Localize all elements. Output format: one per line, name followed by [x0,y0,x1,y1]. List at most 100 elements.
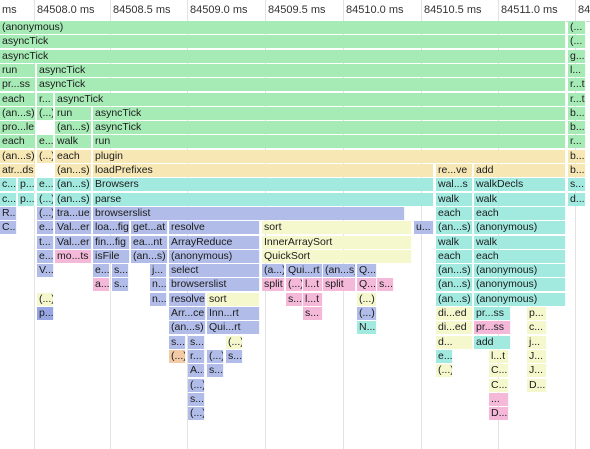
call-frame[interactable]: run [0,64,36,77]
call-frame[interactable]: (anonymous) [474,264,566,277]
call-frame[interactable]: j... [150,264,167,277]
call-frame[interactable]: asyncTick [37,78,566,91]
call-frame[interactable]: each [474,250,566,263]
call-frame[interactable]: resolve [169,221,260,234]
call-frame[interactable]: Val...er [55,221,92,234]
call-frame[interactable]: (an...s) [0,107,36,120]
call-frame[interactable]: r...t [568,93,586,106]
call-frame[interactable]: QuickSort [262,250,412,263]
call-frame[interactable]: asyncTick [93,121,566,134]
call-frame[interactable]: C... [489,379,509,392]
call-frame[interactable]: Browsers [93,178,434,191]
call-frame[interactable]: (anonymous) [474,293,566,306]
call-frame[interactable]: tra...ue [55,207,92,220]
call-frame[interactable]: N... [357,321,377,334]
call-frame[interactable]: fin...fig [93,236,130,249]
call-frame[interactable]: A... [188,364,205,377]
call-frame[interactable]: pr...ss [474,321,511,334]
call-frame[interactable]: e... [436,350,453,363]
call-frame[interactable]: u... [414,221,434,234]
call-frame[interactable]: r... [37,93,54,106]
call-frame[interactable]: (an...s) [55,193,92,206]
call-frame[interactable]: p... [18,193,35,206]
call-frame[interactable]: Val...er [55,236,92,249]
call-frame[interactable]: (...) [188,407,205,420]
call-frame[interactable]: (an...s) [169,321,206,334]
call-frame[interactable]: l...t [303,293,323,306]
call-frame[interactable]: (...) [37,207,54,220]
call-frame[interactable]: s... [303,307,323,320]
call-frame[interactable]: get...at [131,221,168,234]
call-frame[interactable]: parse [93,193,434,206]
call-frame[interactable]: Arr...ce [169,307,206,320]
call-frame[interactable]: D... [489,407,509,420]
call-frame[interactable]: e... [37,135,54,148]
call-frame[interactable]: (an...s) [0,150,36,163]
call-frame[interactable]: (...) [37,107,54,120]
call-frame[interactable]: e... [93,264,110,277]
call-frame[interactable]: sort [207,293,260,306]
call-frame[interactable]: V... [37,264,54,277]
call-frame[interactable]: (an...s) [436,221,473,234]
call-frame[interactable]: d... [436,336,473,349]
call-frame[interactable]: s... [169,336,186,349]
call-frame[interactable]: asyncTick [93,107,566,120]
call-frame[interactable]: s... [207,364,224,377]
call-frame[interactable]: C... [0,221,17,234]
call-frame[interactable]: split [323,278,356,291]
call-frame[interactable]: each [436,250,473,263]
call-frame[interactable]: (anonymous) [474,278,566,291]
call-frame[interactable]: r... [568,135,586,148]
call-frame[interactable]: di...ed [436,321,473,334]
call-frame[interactable]: j... [527,336,547,349]
call-frame[interactable]: c... [527,321,547,334]
call-frame[interactable]: s... [112,264,129,277]
call-frame[interactable]: pro...le [0,121,36,134]
call-frame[interactable]: C... [489,364,509,377]
call-frame[interactable]: pr...ss [474,307,511,320]
call-frame[interactable]: add [474,336,511,349]
call-frame[interactable]: each [474,207,566,220]
call-frame[interactable]: (an...s) [323,264,356,277]
call-frame[interactable]: n... [150,293,167,306]
call-frame[interactable]: plugin [93,150,566,163]
call-frame[interactable]: resolve [169,293,206,306]
call-frame[interactable]: split [262,278,285,291]
call-frame[interactable]: walk [436,193,473,206]
call-frame[interactable]: (an...s) [436,278,473,291]
call-frame[interactable]: walk [474,236,566,249]
call-frame[interactable]: loa...fig [93,221,130,234]
call-frame[interactable]: (...) [169,350,186,363]
call-frame[interactable]: p... [527,307,547,320]
call-frame[interactable]: (...) [357,307,377,320]
call-frame[interactable]: e... [37,250,54,263]
call-frame[interactable]: l...t [303,278,323,291]
call-frame[interactable]: InnerArraySort [262,236,412,249]
call-frame[interactable]: isFile [93,250,130,263]
call-frame[interactable]: browserslist [93,207,405,220]
call-frame[interactable]: b... [568,164,586,177]
call-frame[interactable]: b... [568,107,586,120]
call-frame[interactable]: a... [93,278,110,291]
call-frame[interactable]: walk [436,236,473,249]
call-frame[interactable]: (anonymous) [169,250,260,263]
call-frame[interactable]: r...t [568,78,586,91]
call-frame[interactable]: (...) [226,336,243,349]
call-frame[interactable]: (...) [37,150,54,163]
call-frame[interactable]: Qui...rt [286,264,323,277]
call-frame[interactable]: b... [568,121,586,134]
call-frame[interactable]: Q... [357,264,377,277]
call-frame[interactable]: (...) [357,293,377,306]
call-frame[interactable]: c... [0,193,17,206]
call-frame[interactable]: walk [474,193,566,206]
call-frame[interactable]: Inn...rt [207,307,260,320]
call-frame[interactable]: Qui...rt [207,321,260,334]
call-frame[interactable]: r... [188,350,205,363]
call-frame[interactable]: p... [37,307,54,320]
call-frame[interactable]: (an...s) [55,178,92,191]
call-frame[interactable]: (... [568,21,586,34]
call-frame[interactable]: s... [568,178,586,191]
call-frame[interactable]: c... [0,178,17,191]
call-frame[interactable]: s... [112,278,129,291]
flame-chart[interactable]: (anonymous) (... asyncTick (... asyncTick g..… [0,21,590,449]
